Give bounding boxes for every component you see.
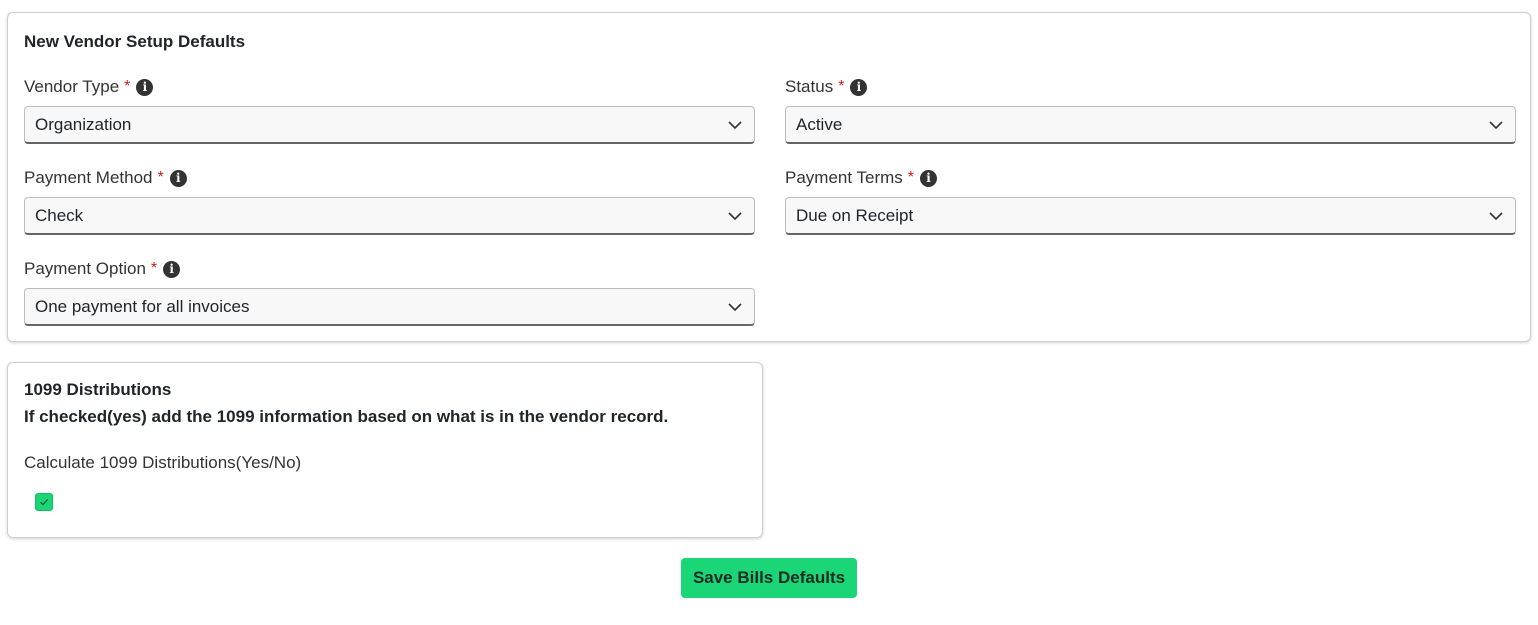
vendor-setup-card: New Vendor Setup Defaults Vendor Type * … — [7, 12, 1531, 342]
info-circle-icon[interactable]: i — [136, 78, 154, 96]
required-asterisk: * — [907, 169, 915, 186]
info-circle-icon[interactable]: i — [920, 169, 938, 187]
status-label: Status — [785, 77, 834, 96]
payment-terms-label: Payment Terms — [785, 168, 903, 187]
info-circle-icon[interactable]: i — [169, 169, 187, 187]
payment-method-value: Check — [35, 205, 84, 225]
chevron-down-icon — [728, 302, 742, 311]
info-circle-icon[interactable]: i — [850, 78, 868, 96]
payment-method-select[interactable]: Check — [24, 197, 755, 235]
calculate-1099-label: Calculate 1099 Distributions(Yes/No) — [24, 453, 302, 472]
vendor-type-value: Organization — [35, 114, 132, 134]
chevron-down-icon — [728, 211, 742, 220]
distributions-1099-title: 1099 Distributions — [24, 380, 172, 399]
vendor-type-label: Vendor Type — [24, 77, 120, 96]
status-field: Status * i Active — [785, 75, 1516, 144]
payment-terms-field: Payment Terms * i Due on Receipt — [785, 166, 1516, 235]
save-bills-defaults-button[interactable]: Save Bills Defaults — [681, 558, 857, 598]
payment-method-field: Payment Method * i Check — [24, 166, 755, 235]
vendor-setup-title: New Vendor Setup Defaults — [24, 32, 246, 51]
calculate-1099-checkbox[interactable] — [35, 493, 53, 511]
payment-option-label: Payment Option — [24, 259, 146, 278]
info-circle-icon[interactable]: i — [163, 260, 181, 278]
required-asterisk: * — [124, 78, 131, 95]
payment-option-field: Payment Option * i One payment for all i… — [24, 257, 755, 326]
status-value: Active — [796, 114, 843, 134]
checkmark-icon — [40, 499, 49, 506]
status-select[interactable]: Active — [785, 106, 1516, 144]
payment-option-select[interactable]: One payment for all invoices — [24, 288, 755, 326]
payment-option-value: One payment for all invoices — [35, 296, 250, 316]
vendor-type-field: Vendor Type * i Organization — [24, 75, 755, 144]
distributions-1099-description: If checked(yes) add the 1099 information… — [24, 407, 669, 426]
required-asterisk: * — [157, 169, 164, 186]
required-asterisk: * — [150, 260, 158, 277]
payment-terms-select[interactable]: Due on Receipt — [785, 197, 1516, 235]
chevron-down-icon — [1489, 211, 1503, 220]
payment-method-label: Payment Method — [24, 168, 153, 187]
chevron-down-icon — [1489, 120, 1503, 129]
chevron-down-icon — [728, 120, 742, 129]
vendor-type-select[interactable]: Organization — [24, 106, 755, 144]
required-asterisk: * — [838, 78, 845, 95]
distributions-1099-card: 1099 Distributions If checked(yes) add t… — [7, 362, 763, 538]
payment-terms-value: Due on Receipt — [796, 205, 914, 225]
